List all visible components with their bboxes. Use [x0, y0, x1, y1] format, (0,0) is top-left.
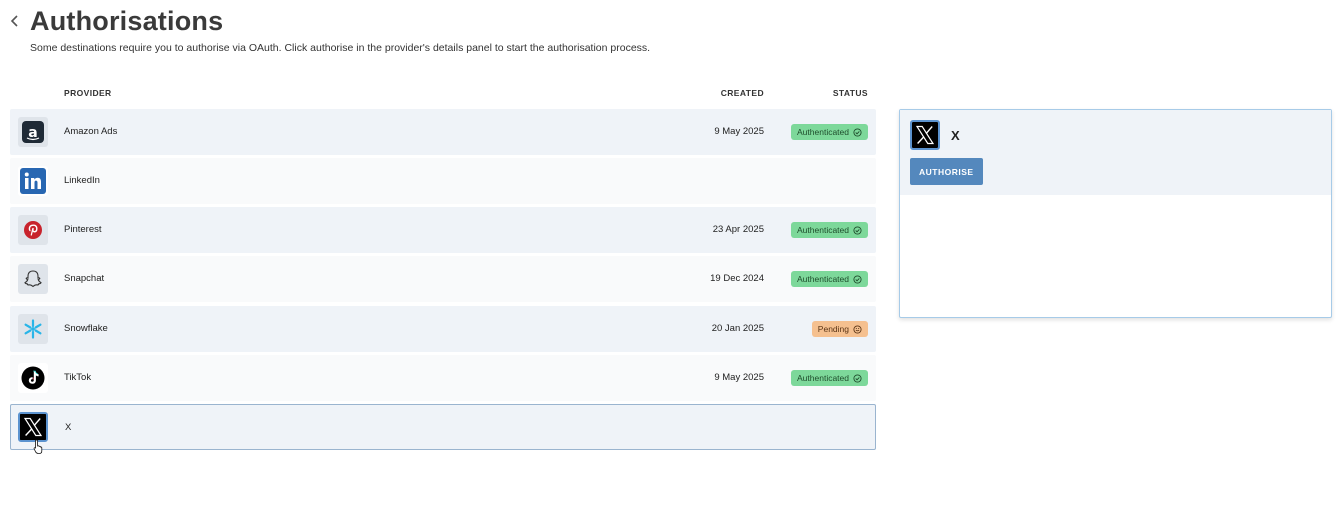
status-badge: Pending — [811, 321, 868, 337]
provider-name: Snapchat — [64, 273, 105, 284]
status-badge: Authenticated — [791, 124, 868, 140]
column-header-status: STATUS — [832, 88, 868, 98]
table-row-linkedin[interactable]: LinkedIn — [10, 158, 876, 204]
provider-name: X — [65, 422, 72, 433]
status-badge: Authenticated — [791, 370, 868, 386]
created-date: 9 May 2025 — [714, 126, 764, 137]
x-logo-icon — [910, 120, 940, 150]
created-date: 9 May 2025 — [714, 372, 764, 383]
table-row-amazon-ads[interactable]: a Amazon Ads 9 May 2025 Authenticated — [10, 109, 876, 155]
provider-name: LinkedIn — [64, 175, 100, 186]
table-row-tiktok[interactable]: TikTok 9 May 2025 Authenticated — [10, 355, 876, 401]
status-text: Authenticated — [797, 373, 849, 383]
details-provider-name: X — [951, 128, 960, 143]
clock-icon — [853, 324, 862, 334]
check-circle-icon — [853, 373, 862, 383]
amazon-logo-icon: a — [18, 117, 48, 147]
column-header-created: CREATED — [720, 88, 764, 98]
status-text: Authenticated — [797, 127, 849, 137]
status-text: Authenticated — [797, 225, 849, 235]
chevron-left-icon — [10, 15, 18, 27]
snowflake-logo-icon — [18, 314, 48, 344]
authorise-button[interactable]: AUTHORISE — [910, 158, 983, 185]
provider-name: Snowflake — [64, 323, 108, 334]
details-header: X AUTHORISE — [900, 110, 1331, 195]
provider-details-panel: X AUTHORISE — [899, 109, 1332, 318]
created-date: 20 Jan 2025 — [711, 323, 764, 334]
page-title: Authorisations — [30, 6, 224, 36]
created-date: 19 Dec 2024 — [710, 273, 764, 284]
table-row-pinterest[interactable]: Pinterest 23 Apr 2025 Authenticated — [10, 207, 876, 253]
check-circle-icon — [853, 225, 862, 235]
table-row-x[interactable]: X — [10, 404, 876, 450]
providers-table: PROVIDER CREATED STATUS a Amazon Ads 9 M… — [10, 82, 876, 450]
check-circle-icon — [853, 127, 862, 137]
table-row-snapchat[interactable]: Snapchat 19 Dec 2024 Authenticated — [10, 256, 876, 302]
status-text: Pending — [817, 324, 849, 334]
snapchat-logo-icon — [18, 264, 48, 294]
check-circle-icon — [853, 274, 862, 284]
provider-name: Pinterest — [64, 224, 102, 235]
pinterest-logo-icon — [18, 215, 48, 245]
tiktok-logo-icon — [18, 363, 48, 393]
x-logo-icon — [18, 412, 48, 442]
created-date: 23 Apr 2025 — [712, 224, 764, 235]
linkedin-logo-icon — [18, 166, 48, 196]
back-button[interactable] — [10, 15, 24, 29]
status-badge: Authenticated — [791, 222, 868, 238]
page-subtitle: Some destinations require you to authori… — [30, 42, 651, 54]
table-row-snowflake[interactable]: Snowflake 20 Jan 2025 Pending — [10, 306, 876, 352]
provider-name: TikTok — [64, 372, 92, 383]
column-header-provider: PROVIDER — [64, 88, 112, 98]
status-text: Authenticated — [797, 274, 849, 284]
table-header: PROVIDER CREATED STATUS — [10, 82, 876, 104]
provider-name: Amazon Ads — [64, 126, 118, 137]
status-badge: Authenticated — [791, 271, 868, 287]
